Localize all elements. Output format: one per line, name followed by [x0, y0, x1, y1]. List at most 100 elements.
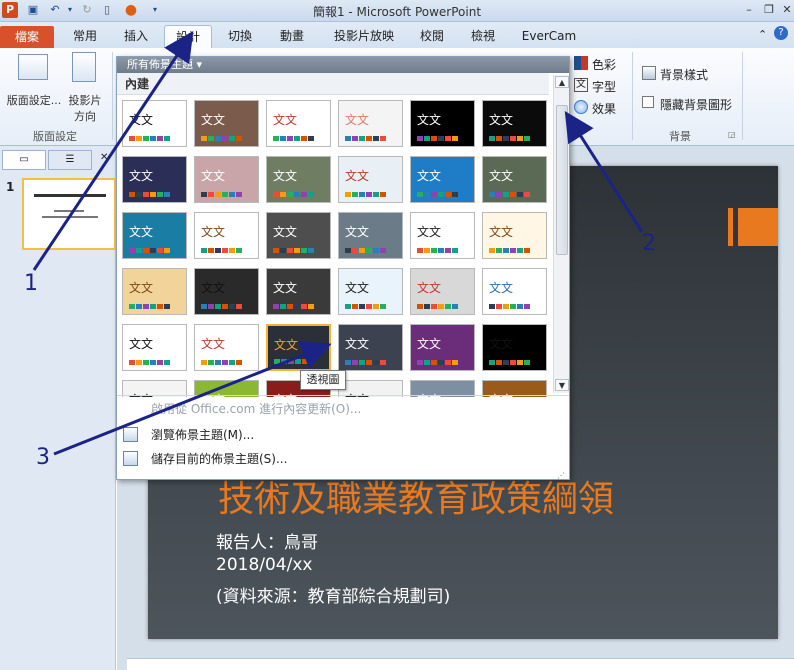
close-panel-icon[interactable]: ✕: [100, 152, 108, 163]
theme-thumbnail[interactable]: 文文: [338, 324, 403, 371]
theme-thumbnail[interactable]: 文文: [266, 268, 331, 315]
browse-themes-item[interactable]: 瀏覽佈景主題(M)...: [117, 423, 569, 447]
tab-slideshow[interactable]: 投影片放映: [320, 25, 408, 48]
theme-thumbnail[interactable]: 文文: [122, 268, 187, 315]
theme-thumbnail-text: 文文: [129, 113, 154, 127]
tab-view[interactable]: 檢視: [458, 25, 508, 48]
theme-thumbnail-text: 文文: [129, 225, 154, 239]
browse-themes-label: 瀏覽佈景主題(M)...: [151, 428, 255, 442]
theme-thumbnail[interactable]: 文文: [194, 212, 259, 259]
theme-colors-icon[interactable]: [574, 56, 588, 70]
theme-colors-button[interactable]: 色彩: [592, 56, 616, 73]
tab-insert[interactable]: 插入: [112, 25, 160, 48]
minimize-icon[interactable]: –: [740, 2, 758, 18]
background-styles-icon[interactable]: [642, 66, 656, 80]
theme-thumbnail[interactable]: 文文: [410, 268, 475, 315]
theme-thumbnail[interactable]: 文文: [482, 212, 547, 259]
theme-thumbnail[interactable]: 文文: [410, 100, 475, 147]
scrollbar-thumb[interactable]: [556, 105, 568, 255]
slide-date[interactable]: 2018/04/xx: [216, 555, 312, 575]
background-styles-button[interactable]: 背景樣式: [660, 66, 708, 83]
theme-color-swatches: [345, 360, 386, 365]
notes-pane[interactable]: [127, 658, 794, 670]
theme-color-swatches: [417, 192, 458, 197]
theme-thumbnail[interactable]: 文文: [266, 212, 331, 259]
theme-color-swatches: [417, 304, 458, 309]
collapse-ribbon-icon[interactable]: ⌃: [758, 28, 767, 41]
theme-thumbnail[interactable]: 文文: [194, 156, 259, 203]
theme-thumbnail[interactable]: 文文: [482, 156, 547, 203]
theme-thumbnail[interactable]: 文文: [266, 324, 331, 371]
theme-color-swatches: [489, 304, 530, 309]
theme-thumbnail[interactable]: 文文: [194, 268, 259, 315]
slide-orientation-label-2[interactable]: 方向: [64, 108, 106, 124]
browse-themes-icon: [123, 427, 138, 442]
page-setup-icon[interactable]: [18, 54, 48, 80]
tab-design[interactable]: 設計: [164, 25, 212, 48]
slide-orientation-icon[interactable]: [72, 52, 96, 82]
theme-tooltip: 透視圖: [300, 370, 346, 390]
hide-background-label[interactable]: 隱藏背景圖形: [660, 96, 732, 113]
slide-presenter[interactable]: 報告人：鳥哥: [216, 528, 318, 553]
slide-thumbnail[interactable]: [22, 178, 116, 250]
theme-thumbnail[interactable]: 文文: [338, 268, 403, 315]
theme-fonts-icon[interactable]: 文: [574, 78, 588, 92]
tab-home[interactable]: 常用: [60, 25, 110, 48]
theme-color-swatches: [489, 136, 530, 141]
theme-thumbnail[interactable]: 文文: [194, 324, 259, 371]
tab-file[interactable]: 檔案: [0, 26, 54, 48]
theme-thumbnail[interactable]: 文文: [266, 100, 331, 147]
theme-effects-icon[interactable]: [574, 100, 588, 114]
theme-color-swatches: [345, 248, 386, 253]
theme-thumbnail-text: 文文: [273, 281, 298, 295]
close-icon[interactable]: ✕: [778, 2, 794, 18]
save-theme-item[interactable]: 儲存目前的佈景主題(S)...: [117, 447, 569, 471]
theme-thumbnail[interactable]: 文文: [338, 156, 403, 203]
dialog-launcher-icon[interactable]: ◲: [728, 130, 736, 139]
slide-orientation-label[interactable]: 投影片: [64, 92, 106, 108]
resize-grip-icon[interactable]: ⋰: [557, 471, 565, 480]
theme-thumbnail[interactable]: 文文: [122, 100, 187, 147]
theme-fonts-button[interactable]: 字型: [592, 78, 616, 95]
theme-color-swatches: [129, 360, 170, 365]
tab-evercam[interactable]: EverCam: [512, 25, 586, 48]
slide-source[interactable]: (資料來源：教育部綜合規劃司): [216, 582, 450, 607]
theme-thumbnail[interactable]: 文文: [482, 268, 547, 315]
group-page-setup-label: 版面設定: [33, 130, 77, 143]
tab-transitions[interactable]: 切換: [216, 25, 264, 48]
theme-thumbnail[interactable]: 文文: [338, 212, 403, 259]
orange-accent-bar: [728, 208, 733, 246]
theme-thumbnail[interactable]: 文文: [122, 212, 187, 259]
restore-icon[interactable]: ❐: [760, 2, 778, 18]
chevron-down-icon: ▾: [196, 58, 203, 71]
theme-thumbnail[interactable]: 文文: [482, 100, 547, 147]
tab-review[interactable]: 校閱: [410, 25, 454, 48]
theme-thumbnail[interactable]: 文文: [410, 156, 475, 203]
tab-slides[interactable]: ▭: [2, 150, 46, 170]
gallery-header[interactable]: 所有佈景主題 ▾: [117, 57, 569, 73]
theme-color-swatches: [489, 360, 530, 365]
tab-outline[interactable]: ☰: [48, 150, 92, 170]
theme-thumbnail-text: 文文: [417, 113, 442, 127]
theme-thumbnail[interactable]: 文文: [410, 324, 475, 371]
scroll-up-icon[interactable]: ▲: [555, 76, 569, 88]
theme-thumbnail[interactable]: 文文: [122, 324, 187, 371]
theme-effects-button[interactable]: 效果: [592, 100, 616, 117]
theme-color-swatches: [345, 192, 386, 197]
theme-thumbnail[interactable]: 文文: [194, 100, 259, 147]
thumbnail-text-line: [42, 216, 98, 218]
theme-thumbnail[interactable]: 文文: [266, 156, 331, 203]
help-icon[interactable]: ?: [774, 26, 788, 40]
theme-thumbnail[interactable]: 文文: [410, 212, 475, 259]
theme-thumbnail[interactable]: 文文: [338, 100, 403, 147]
scroll-down-icon[interactable]: ▼: [555, 379, 569, 391]
theme-thumbnail[interactable]: 文文: [122, 156, 187, 203]
theme-thumbnail[interactable]: 文文: [482, 324, 547, 371]
page-setup-button[interactable]: 版面設定...: [2, 92, 66, 108]
tab-animations[interactable]: 動畫: [268, 25, 316, 48]
ribbon-separator: [632, 52, 633, 140]
gallery-scrollbar[interactable]: ▲ ▼: [553, 75, 569, 393]
theme-thumbnail-text: 文文: [345, 281, 370, 295]
hide-background-checkbox[interactable]: [642, 96, 654, 108]
theme-thumbnail-text: 文文: [345, 337, 370, 351]
